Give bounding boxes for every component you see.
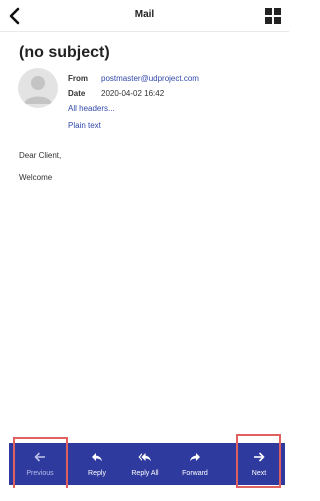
forward-button[interactable]: Forward bbox=[175, 443, 215, 485]
grid-view-icon bbox=[265, 8, 281, 24]
body-line: Welcome bbox=[19, 173, 53, 182]
arrow-left-icon bbox=[34, 452, 45, 462]
date-row: Date 2020-04-02 16:42 bbox=[68, 89, 164, 98]
reply-all-label: Reply All bbox=[131, 470, 159, 477]
from-row: From postmaster@udproject.com bbox=[68, 74, 199, 83]
sender-avatar bbox=[18, 68, 58, 108]
top-app-bar: Mail bbox=[0, 0, 289, 32]
next-button[interactable]: Next bbox=[239, 443, 279, 485]
reply-all-icon bbox=[138, 453, 151, 462]
message-subject: (no subject) bbox=[19, 44, 110, 61]
forward-icon bbox=[190, 453, 200, 462]
reply-label: Reply bbox=[88, 470, 106, 477]
grid-view-button[interactable] bbox=[265, 8, 281, 24]
date-label: Date bbox=[68, 89, 86, 98]
previous-label: Previous bbox=[26, 470, 54, 477]
person-icon bbox=[24, 76, 52, 104]
reply-all-button[interactable]: Reply All bbox=[125, 443, 165, 485]
body-line: Dear Client, bbox=[19, 151, 62, 160]
bottom-edge-strip bbox=[9, 488, 285, 501]
next-label: Next bbox=[251, 470, 267, 477]
previous-button[interactable]: Previous bbox=[17, 443, 63, 485]
from-address-link[interactable]: postmaster@udproject.com bbox=[101, 74, 199, 83]
bottom-toolbar: Previous Reply Reply All Forward Next bbox=[9, 443, 285, 485]
plain-text-row: Plain text bbox=[68, 121, 101, 130]
reply-button[interactable]: Reply bbox=[79, 443, 115, 485]
arrow-right-icon bbox=[254, 452, 265, 462]
page-title: Mail bbox=[134, 9, 155, 20]
from-label: From bbox=[68, 74, 88, 83]
forward-label: Forward bbox=[182, 470, 208, 477]
all-headers-row: All headers... bbox=[68, 104, 115, 113]
plain-text-link[interactable]: Plain text bbox=[68, 121, 101, 130]
reply-icon bbox=[92, 453, 102, 462]
all-headers-link[interactable]: All headers... bbox=[68, 104, 115, 113]
date-value: 2020-04-02 16:42 bbox=[101, 89, 165, 98]
